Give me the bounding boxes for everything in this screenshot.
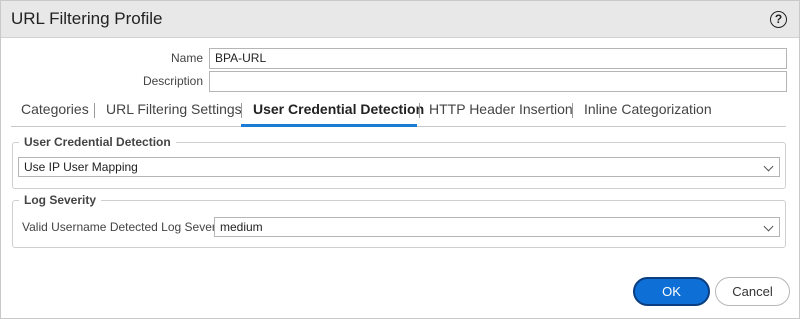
dialog-titlebar: URL Filtering Profile ?: [1, 1, 799, 38]
tab-bar: Categories URL Filtering Settings User C…: [11, 97, 786, 127]
tab-user-credential-detection[interactable]: User Credential Detection: [253, 101, 424, 117]
log-severity-group: Log Severity Valid Username Detected Log…: [12, 193, 786, 248]
dialog-title: URL Filtering Profile: [11, 9, 163, 28]
chevron-down-icon: [763, 161, 774, 172]
tab-separator: [241, 103, 242, 118]
tab-http-header-insertion[interactable]: HTTP Header Insertion: [429, 101, 573, 117]
active-tab-indicator: [241, 124, 417, 127]
description-input[interactable]: [209, 71, 787, 92]
url-filtering-profile-dialog: URL Filtering Profile ? Name BPA-URL Des…: [0, 0, 800, 319]
log-severity-label: Valid Username Detected Log Severity: [22, 220, 228, 234]
group-legend-user-credential-detection: User Credential Detection: [19, 135, 176, 149]
tab-separator: [94, 103, 95, 118]
group-legend-log-severity: Log Severity: [19, 193, 102, 207]
tab-inline-categorization[interactable]: Inline Categorization: [584, 101, 712, 117]
log-severity-select[interactable]: medium: [214, 217, 780, 237]
tab-separator: [419, 103, 420, 118]
tab-separator: [572, 103, 573, 118]
log-severity-value: medium: [220, 220, 263, 234]
help-icon[interactable]: ?: [770, 11, 787, 28]
name-label: Name: [170, 51, 203, 65]
name-input[interactable]: BPA-URL: [209, 48, 787, 69]
chevron-down-icon: [763, 221, 774, 232]
cancel-button[interactable]: Cancel: [715, 277, 790, 306]
tab-categories[interactable]: Categories: [21, 101, 89, 117]
ok-button[interactable]: OK: [633, 277, 710, 306]
description-label: Description: [142, 74, 203, 88]
credential-detection-method-select[interactable]: Use IP User Mapping: [18, 157, 780, 177]
credential-detection-method-value: Use IP User Mapping: [24, 160, 138, 174]
user-credential-detection-group: User Credential Detection Use IP User Ma…: [12, 135, 786, 189]
tab-url-filtering-settings[interactable]: URL Filtering Settings: [106, 101, 242, 117]
